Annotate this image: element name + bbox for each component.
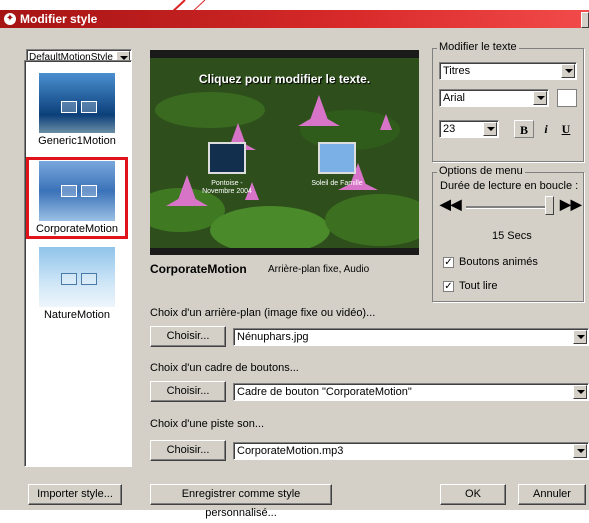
loop-duration-value: 15 Secs (492, 230, 532, 242)
import-style-button[interactable]: Importer style... (28, 484, 122, 505)
button-frame-select[interactable]: Cadre de bouton "CorporateMotion" (233, 383, 589, 401)
background-label: Choix d'un arrière-plan (image fixe ou v… (150, 307, 376, 319)
choose-sound-button[interactable]: Choisir... (150, 440, 226, 461)
window-title: Modifier style (20, 12, 98, 26)
chevron-down-icon[interactable] (561, 64, 575, 78)
button-frame-label: Choix d'un cadre de boutons... (150, 362, 299, 374)
modify-style-dialog: ✦ Modifier style DefaultMotionStyle Gene… (0, 10, 589, 519)
background-value: Nénuphars.jpg (237, 331, 309, 343)
style-item-corporatemotion[interactable]: CorporateMotion (26, 157, 128, 239)
text-group-label: Modifier le texte (437, 41, 519, 53)
bold-button[interactable]: B (514, 120, 534, 138)
choose-button-frame-button[interactable]: Choisir... (150, 381, 226, 402)
sound-value: CorporateMotion.mp3 (237, 445, 344, 457)
italic-button[interactable]: i (536, 120, 556, 138)
choose-background-button[interactable]: Choisir... (150, 326, 226, 347)
style-description: Arrière-plan fixe, Audio (268, 264, 370, 275)
style-item-generic1motion[interactable]: Generic1Motion (30, 73, 124, 147)
font-value: Arial (443, 92, 466, 104)
font-select[interactable]: Arial (439, 89, 549, 107)
cancel-button[interactable]: Annuler (518, 484, 586, 505)
preview-menu-button-1 (208, 142, 246, 174)
text-target-value: Titres (443, 65, 471, 77)
font-size-value: 23 (443, 123, 456, 135)
animated-buttons-checkbox[interactable]: ✓ (443, 257, 454, 268)
sound-select[interactable]: CorporateMotion.mp3 (233, 442, 589, 460)
style-item-label: NatureMotion (43, 309, 111, 321)
close-button[interactable] (581, 12, 589, 28)
app-icon: ✦ (4, 13, 16, 25)
preview-menu-button-2 (318, 142, 356, 174)
chevron-down-icon[interactable] (483, 122, 497, 136)
preview-title[interactable]: Cliquez pour modifier le texte. (150, 72, 419, 86)
button-frame-value: Cadre de bouton "CorporateMotion" (237, 386, 412, 398)
style-list[interactable]: Generic1Motion CorporateMotion NatureMot… (24, 60, 132, 467)
chevron-down-icon[interactable] (573, 330, 587, 344)
ok-button[interactable]: OK (440, 484, 506, 505)
style-thumbnail (39, 247, 115, 307)
text-target-select[interactable]: Titres (439, 62, 577, 80)
background-select[interactable]: Nénuphars.jpg (233, 328, 589, 346)
style-thumbnail (39, 73, 115, 133)
chevron-down-icon[interactable] (573, 385, 587, 399)
play-all-checkbox[interactable]: ✓ (443, 281, 454, 292)
menu-options-label: Options de menu (437, 165, 525, 177)
font-size-select[interactable]: 23 (439, 120, 499, 138)
style-item-naturemotion[interactable]: NatureMotion (30, 247, 124, 321)
save-custom-style-button[interactable]: Enregistrer comme style personnalisé... (150, 484, 332, 519)
preview-caption-right: Soleil de Famille (311, 180, 363, 187)
preview-caption-left: Pontoise - Novembre 2004 (202, 180, 252, 195)
style-thumbnail (39, 161, 115, 221)
style-preview[interactable]: Cliquez pour modifier le texte. Pontoise… (150, 50, 419, 255)
style-item-label: Generic1Motion (38, 135, 116, 147)
title-bar: ✦ Modifier style (0, 10, 589, 28)
style-item-label: CorporateMotion (36, 223, 118, 235)
play-all-label: Tout lire (459, 280, 498, 292)
loop-duration-label: Durée de lecture en boucle : (440, 180, 579, 192)
fast-forward-icon[interactable]: ▶▶ (560, 196, 582, 213)
animated-buttons-label: Boutons animés (459, 256, 538, 268)
sound-label: Choix d'une piste son... (150, 418, 265, 430)
color-swatch[interactable] (557, 89, 577, 107)
underline-button[interactable]: U (556, 120, 576, 138)
loop-duration-track[interactable] (466, 206, 554, 209)
chevron-down-icon[interactable] (533, 91, 547, 105)
style-name: CorporateMotion (150, 262, 247, 276)
loop-duration-thumb[interactable] (545, 196, 554, 215)
chevron-down-icon[interactable] (573, 444, 587, 458)
rewind-icon[interactable]: ◀◀ (440, 196, 462, 213)
